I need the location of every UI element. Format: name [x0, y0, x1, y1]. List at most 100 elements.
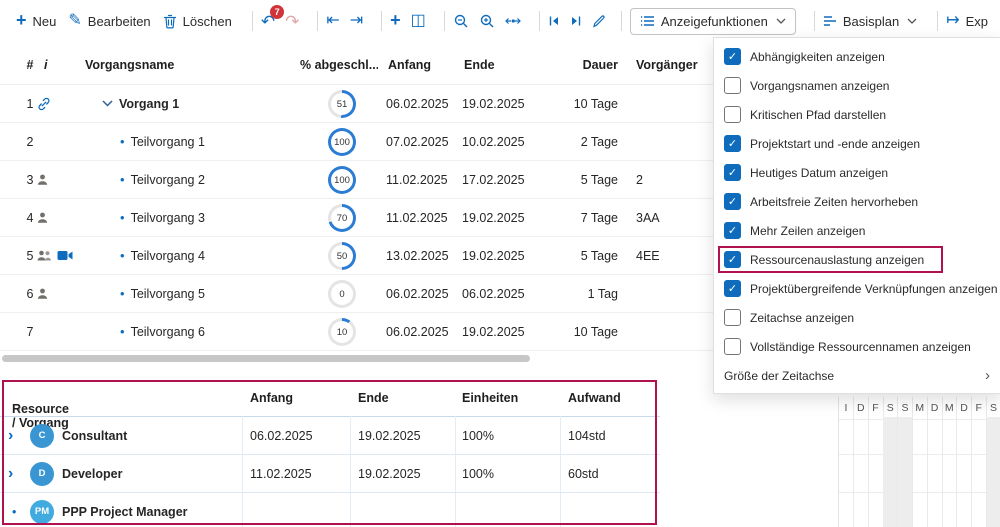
bullet-icon: •	[120, 172, 125, 187]
checkbox[interactable]	[724, 309, 741, 326]
task-table-header: # i Vorgangsname % abgeschl... Anfang En…	[0, 46, 713, 84]
col-duration[interactable]: Dauer	[540, 58, 618, 72]
progress-ring: 100	[328, 166, 356, 194]
table-row[interactable]: 6 • Teilvorgang 5 0 06.02.2025 06.02.202…	[0, 275, 713, 313]
checkbox[interactable]	[724, 77, 741, 94]
toolbar-divider	[381, 11, 382, 31]
menu-item[interactable]: ✓ Projektstart und -ende anzeigen	[714, 129, 1000, 158]
menu-item[interactable]: ✓ Arbeitsfreie Zeiten hervorheben	[714, 187, 1000, 216]
checkbox[interactable]	[724, 338, 741, 355]
goto-start-button[interactable]	[548, 15, 560, 27]
bullet-icon: •	[120, 210, 125, 225]
menu-item-label: Zeitachse anzeigen	[750, 311, 854, 325]
col-resource-start[interactable]: Anfang	[250, 391, 293, 405]
task-duration: 5 Tage	[540, 237, 618, 274]
expand-chevron-icon[interactable]: ›	[8, 455, 13, 493]
chevron-down-icon[interactable]	[102, 100, 113, 107]
menu-item[interactable]: ✓ Ressourcenauslastung anzeigen	[714, 245, 1000, 274]
checkbox-checked[interactable]: ✓	[724, 222, 741, 239]
col-predecessor[interactable]: Vorgänger	[636, 58, 698, 72]
export-button[interactable]: ↦ Exp	[946, 13, 988, 29]
gantt-timeline: I D F S S M D M D F S	[838, 397, 1000, 527]
undo-button[interactable]: ↶ 7	[261, 13, 275, 30]
delete-button[interactable]: Löschen	[163, 14, 232, 29]
resource-end: 19.02.2025	[358, 455, 421, 493]
zoom-out-button[interactable]	[453, 13, 469, 29]
checkbox[interactable]	[724, 106, 741, 123]
split-task-button[interactable]: ◫	[411, 13, 426, 29]
menu-item[interactable]: Vorgangsnamen anzeigen	[714, 71, 1000, 100]
goto-end-button[interactable]	[570, 15, 582, 27]
col-resource-end[interactable]: Ende	[358, 391, 389, 405]
task-predecessor: 4EE	[636, 237, 660, 274]
trash-icon	[163, 14, 177, 29]
resource-row[interactable]: › • D Developer 11.02.2025 19.02.2025 10…	[0, 455, 660, 493]
resource-row[interactable]: › • PM PPP Project Manager	[0, 493, 660, 527]
col-info[interactable]: i	[44, 58, 47, 72]
expand-chevron-icon[interactable]: ›	[8, 417, 13, 455]
task-end: 19.02.2025	[462, 199, 525, 236]
col-percent-complete[interactable]: % abgeschl...	[300, 58, 378, 72]
col-resource-work[interactable]: Aufwand	[568, 391, 621, 405]
table-row[interactable]: 5 • Teilvorgang 4 50 13.02.2025 19.02.20…	[0, 237, 713, 275]
checkbox-checked[interactable]: ✓	[724, 193, 741, 210]
progress-ring: 100	[328, 128, 356, 156]
add-icon: +	[390, 11, 401, 29]
display-options-menu: ✓ Abhängigkeiten anzeigen Vorgangsnamen …	[713, 37, 1000, 394]
toolbar-divider	[814, 11, 815, 31]
menu-item[interactable]: ✓ Mehr Zeilen anzeigen	[714, 216, 1000, 245]
checkbox-checked[interactable]: ✓	[724, 48, 741, 65]
bullet-icon: •	[120, 286, 125, 301]
checkbox-checked[interactable]: ✓	[724, 280, 741, 297]
task-name-cell: • Teilvorgang 5	[102, 275, 302, 312]
table-row[interactable]: 4 • Teilvorgang 3 70 11.02.2025 19.02.20…	[0, 199, 713, 237]
table-row[interactable]: 2 • Teilvorgang 1 100 07.02.2025 10.02.2…	[0, 123, 713, 161]
day-label: F	[869, 397, 883, 414]
menu-item[interactable]: Vollständige Ressourcennamen anzeigen	[714, 332, 1000, 361]
menu-item[interactable]: ✓ Abhängigkeiten anzeigen	[714, 42, 1000, 71]
menu-item[interactable]: Größe der Zeitachse ›	[714, 361, 1000, 390]
table-row[interactable]: 1 • Vorgang 1 51 06.02.2025 19.02.2025 1…	[0, 85, 713, 123]
col-task-name[interactable]: Vorgangsname	[85, 58, 174, 72]
annotate-button[interactable]	[592, 14, 606, 28]
horizontal-scrollbar[interactable]	[2, 355, 530, 362]
menu-item-label: Heutiges Datum anzeigen	[750, 166, 888, 180]
link-icon	[36, 96, 52, 112]
new-button[interactable]: + Neu	[16, 13, 56, 29]
outdent-button[interactable]: ⇤	[326, 13, 339, 29]
zoom-fit-button[interactable]	[505, 15, 521, 27]
col-number[interactable]: #	[18, 58, 42, 72]
checkbox-checked[interactable]: ✓	[724, 164, 741, 181]
resource-row[interactable]: › • C Consultant 06.02.2025 19.02.2025 1…	[0, 417, 660, 455]
menu-item[interactable]: ✓ Projektübergreifende Verknüpfungen anz…	[714, 274, 1000, 303]
menu-item[interactable]: Zeitachse anzeigen	[714, 303, 1000, 332]
task-duration: 2 Tage	[540, 123, 618, 160]
menu-item[interactable]: ✓ Heutiges Datum anzeigen	[714, 158, 1000, 187]
task-end: 17.02.2025	[462, 161, 525, 198]
avatar: PM	[30, 500, 54, 524]
checkbox-checked[interactable]: ✓	[724, 251, 741, 268]
task-start: 06.02.2025	[386, 85, 449, 122]
redo-button[interactable]: ↷	[285, 13, 299, 30]
task-name: Teilvorgang 4	[131, 249, 205, 263]
checkbox-checked[interactable]: ✓	[724, 135, 741, 152]
col-end[interactable]: Ende	[464, 58, 495, 72]
col-start[interactable]: Anfang	[388, 58, 431, 72]
col-resource-units[interactable]: Einheiten	[462, 391, 518, 405]
task-start: 11.02.2025	[386, 199, 448, 236]
indent-button[interactable]: ⇥	[350, 13, 363, 29]
delete-button-label: Löschen	[183, 14, 232, 29]
insert-task-button[interactable]: +	[390, 13, 401, 29]
day-label: D	[928, 397, 942, 414]
zoom-in-button[interactable]	[479, 13, 495, 29]
task-name: Teilvorgang 2	[131, 173, 205, 187]
table-row[interactable]: 7 • Teilvorgang 6 10 06.02.2025 19.02.20…	[0, 313, 713, 351]
table-row[interactable]: 3 • Teilvorgang 2 100 11.02.2025 17.02.2…	[0, 161, 713, 199]
undo-count-badge: 7	[270, 5, 284, 19]
edit-button[interactable]: ✎ Bearbeiten	[68, 13, 150, 29]
baseline-button[interactable]: Basisplan	[823, 14, 917, 29]
resource-table-body: › • C Consultant 06.02.2025 19.02.2025 1…	[0, 416, 660, 527]
display-options-button[interactable]: Anzeigefunktionen	[630, 8, 796, 35]
menu-item[interactable]: Kritischen Pfad darstellen	[714, 100, 1000, 129]
pen-icon	[592, 14, 606, 28]
